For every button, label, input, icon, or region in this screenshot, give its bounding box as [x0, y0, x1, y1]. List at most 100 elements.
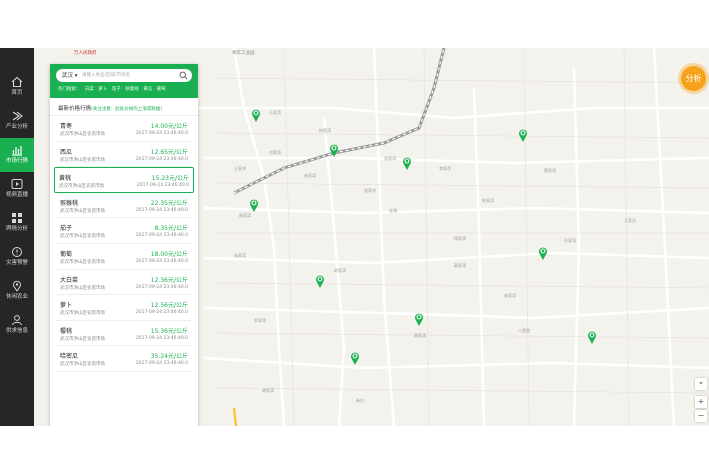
map-label: 吴家湾 — [384, 156, 396, 161]
update-time: 2017-09-24 23:46:40.0 — [135, 310, 188, 316]
update-time: 2017-09-24 23:46:40.0 — [135, 131, 188, 136]
map-top-label: 万人民政府 — [74, 51, 97, 56]
update-time: 2017-09-24 23:46:40.0 — [135, 335, 188, 341]
product-price: 22.35元/公斤 — [150, 199, 188, 207]
search-box: 武汉 ▾ — [56, 69, 192, 82]
market-name: 武汉市洪山区农贸市场 — [59, 184, 104, 190]
locate-button[interactable]: ⌖ — [695, 378, 707, 390]
map-label: 林家湾 — [504, 293, 516, 298]
market-pin-icon[interactable] — [538, 246, 548, 260]
market-pin-icon[interactable] — [251, 108, 261, 122]
market-pin-icon[interactable] — [402, 156, 412, 170]
map-label: 朱家湾 — [234, 253, 246, 258]
sidebar-item-industry[interactable]: 产业分析 — [0, 104, 34, 138]
hot-search: 热门搜索： 白菜 萝卜 茄子 秋葵线 黄瓜 葡萄 — [58, 86, 169, 92]
update-time: 2017-09-24 23:46:40.0 — [135, 258, 188, 264]
hot-search-item[interactable]: 秋葵线 — [125, 87, 139, 92]
market-name: 武汉市洪山区农贸市场 — [60, 208, 105, 214]
sidebar-item-video[interactable]: 视频直播 — [0, 172, 34, 206]
map-label: 赵家湾 — [304, 173, 316, 178]
list-title: 最新价格行情 — [58, 106, 92, 112]
list-item[interactable]: 大白菜 12.36元/公斤 武汉市洪山区农贸市场 2017-09-24 23:46:4… — [56, 270, 192, 296]
sidebar-item-supply[interactable]: 供求信息 — [0, 308, 34, 342]
sidebar-item-disaster[interactable]: 灾害预警 — [0, 240, 34, 274]
search-icon[interactable] — [179, 71, 188, 80]
market-pin-icon[interactable] — [315, 274, 325, 288]
map-label: 八里堂 — [518, 328, 530, 333]
zoom-in-button[interactable]: + — [695, 396, 707, 408]
sidebar-item-market[interactable]: 市场行情 — [0, 138, 34, 172]
price-panel: 武汉 ▾ 热门搜索： 白菜 萝卜 茄子 秋葵线 黄瓜 葡萄 最新价格行情(关注注… — [50, 64, 198, 426]
product-name: 西瓜 — [60, 148, 73, 156]
analyze-button[interactable]: 分析 — [681, 66, 706, 91]
list-item[interactable]: 西瓜 12.65元/公斤 武汉市洪山区农贸市场 2017-09-24 23:46:40… — [56, 142, 192, 168]
sidebar-item-opinion[interactable]: 舆情分析 — [0, 206, 34, 240]
play-icon — [11, 179, 23, 189]
product-name: 樱桃 — [60, 327, 73, 335]
hot-search-item[interactable]: 茄子 — [112, 87, 121, 92]
map-label: 新村 — [356, 398, 364, 403]
map-label: 李家湾 — [439, 166, 451, 171]
list-item[interactable]: 茄子 8.35元/公斤 武汉市洪山区农贸市场 2017-09-24 23:46:40.… — [56, 218, 192, 244]
city-label: 武汉 — [62, 73, 74, 79]
map-label: 王家湾 — [269, 110, 281, 115]
user-icon — [12, 315, 22, 326]
list-header: 最新价格行情(关注注意：此处价格的上涨或跌幅) — [50, 98, 198, 116]
product-price: 12.56元/公斤 — [150, 302, 188, 310]
map-label: 何家湾 — [319, 128, 331, 133]
sidebar-item-label: 供求信息 — [5, 328, 28, 334]
product-name: 青枣 — [60, 123, 73, 130]
map-top-strip: 万人民政府 青年工业园 — [34, 48, 709, 56]
update-time: 2017-09-24 23:46:40.0 — [135, 361, 188, 367]
list-item[interactable]: 萝卜 12.56元/公斤武汉市洪山区农贸市场 2017-09-24 23:46:40… — [56, 295, 192, 321]
map-label: 陈家湾 — [482, 198, 494, 203]
product-price: 8.35元/公斤 — [154, 225, 188, 233]
city-select[interactable]: 武汉 ▾ — [62, 71, 78, 79]
sidebar-item-label: 休闲农业 — [5, 294, 28, 300]
map-label: 金湖 — [389, 208, 397, 213]
product-name: 萝卜 — [60, 302, 73, 310]
list-item[interactable]: 樱桃 15.36元/公斤 武汉市洪山区农贸市场 2017-09-24 23:46:40… — [56, 321, 192, 347]
list-item[interactable]: 猕猴桃 22.35元/公斤 武汉市洪山区农贸市场 2017-09-24 23:46:4… — [56, 193, 192, 219]
list-note: (关注注意：此处价格的上涨或跌幅) — [91, 107, 163, 112]
product-name: 葡萄 — [60, 250, 73, 258]
map-label: 黄家湾 — [544, 168, 556, 173]
sidebar-item-label: 产业分析 — [5, 124, 28, 130]
list-item[interactable]: 黄桃 15.23元/公斤 武汉市洪山区农贸市场 2017-09-24 23:46:40… — [54, 167, 194, 193]
list-item[interactable]: 哈密瓜 35.24元/公斤 武汉市洪山区农贸市场 2017-09-24 23:46:4… — [56, 346, 192, 372]
list-item[interactable]: 青枣 14.00元/公斤 武汉市洪山区农贸市场 2017-09-24 23:46:40… — [56, 116, 192, 142]
market-pin-icon[interactable] — [329, 143, 339, 157]
search-input[interactable] — [82, 71, 177, 80]
hot-search-item[interactable]: 葡萄 — [157, 87, 166, 92]
search-bar: 武汉 ▾ 热门搜索： 白菜 萝卜 茄子 秋葵线 黄瓜 葡萄 — [50, 64, 198, 98]
sidebar-item-label: 首页 — [11, 90, 23, 96]
market-name: 武汉市洪山区农贸市场 — [60, 311, 105, 317]
market-pin-icon[interactable] — [414, 312, 424, 326]
sidebar-item-leisure[interactable]: 休闲农业 — [0, 274, 34, 308]
market-name: 武汉市洪山区农贸市场 — [60, 157, 105, 163]
map-label: 张家冲 — [364, 188, 376, 193]
market-pin-icon[interactable] — [518, 128, 528, 142]
list-item[interactable]: 葡萄 18.00元/公斤武汉市洪山区农贸市场 2017-09-24 23:46:40… — [56, 244, 192, 270]
product-price: 15.23元/公斤 — [151, 175, 189, 183]
zoom-out-button[interactable]: − — [695, 410, 707, 422]
market-pin-icon[interactable] — [350, 351, 360, 365]
hot-search-item[interactable]: 萝卜 — [98, 87, 107, 92]
hot-search-item[interactable]: 黄瓜 — [143, 87, 152, 92]
price-list: 青枣 14.00元/公斤 武汉市洪山区农贸市场 2017-09-24 23:46:40… — [50, 116, 198, 372]
sidebar-item-home[interactable]: 首页 — [0, 70, 34, 104]
sidebar-item-label: 舆情分析 — [5, 226, 28, 232]
market-pin-icon[interactable] — [587, 330, 597, 344]
location-icon — [13, 280, 21, 292]
product-price: 18.00元/公斤 — [150, 250, 188, 258]
update-time: 2017-09-24 23:46:40.0 — [136, 183, 189, 189]
market-name: 武汉市洪山区农贸市场 — [60, 132, 105, 137]
map-label: 王家冲 — [234, 166, 246, 171]
market-pin-icon[interactable] — [249, 198, 259, 212]
update-time: 2017-09-24 23:46:40.0 — [135, 156, 188, 162]
market-name: 武汉市洪山区农贸市场 — [60, 259, 105, 265]
bar-chart-icon — [12, 146, 22, 156]
map-top-label: 青年工业园 — [232, 51, 255, 56]
hot-search-item[interactable]: 白菜 — [85, 87, 94, 92]
map-label: 杨家湾 — [454, 236, 466, 241]
